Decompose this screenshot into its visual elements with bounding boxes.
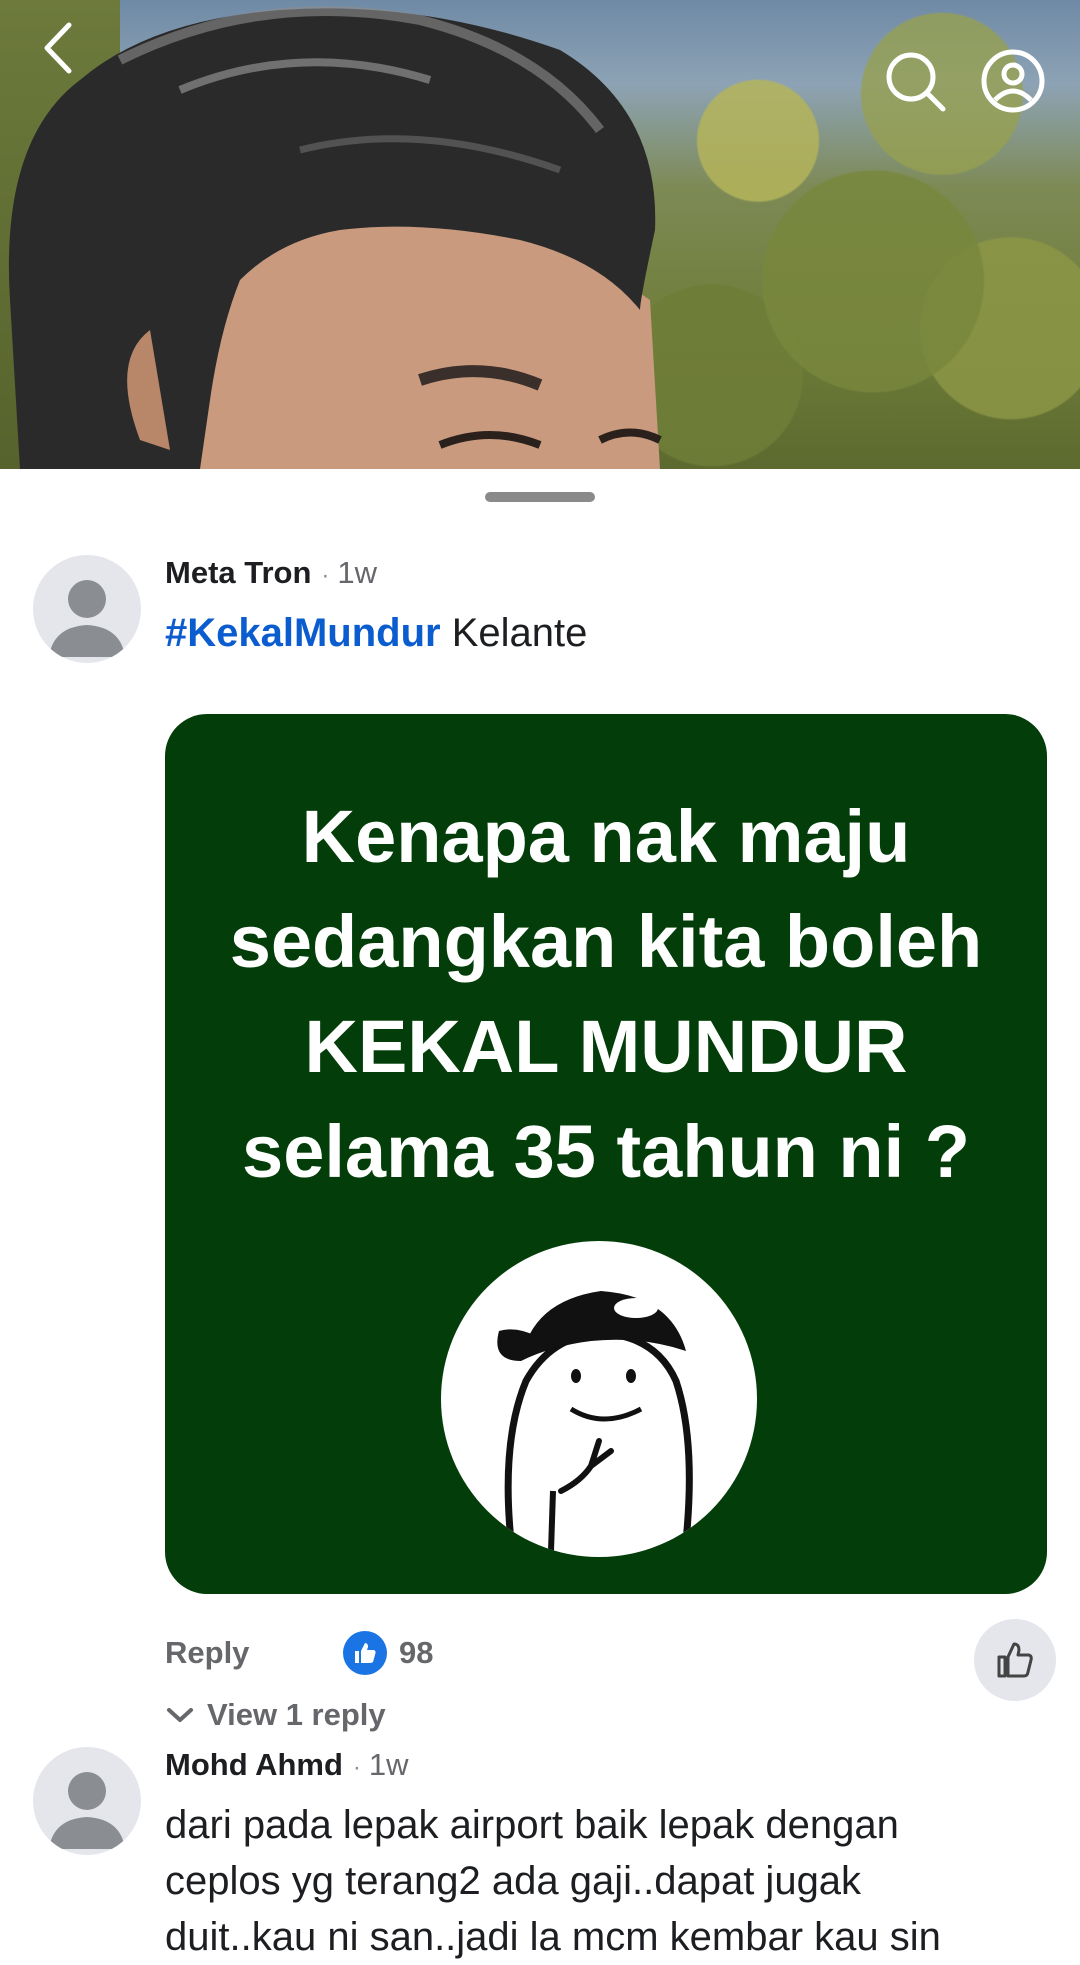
- thumbs-up-outline-icon: [997, 1642, 1033, 1678]
- comment-item: Mohd Ahmd · 1w dari pada lepak airport b…: [0, 1747, 1080, 1963]
- search-icon: [886, 52, 946, 112]
- sheet-drag-handle[interactable]: [485, 492, 595, 502]
- reaction-summary[interactable]: 98: [343, 1631, 433, 1675]
- comment-image[interactable]: Kenapa nak maju sedangkan kita boleh KEK…: [165, 714, 1047, 1594]
- image-line: KEKAL MUNDUR: [304, 1005, 908, 1088]
- character-badge: [441, 1241, 757, 1557]
- default-avatar-icon: [49, 1772, 125, 1849]
- default-avatar-icon: [49, 580, 125, 657]
- account-circle-icon: [981, 49, 1045, 113]
- video-preview[interactable]: [0, 0, 1080, 469]
- meta-separator: ·: [321, 562, 330, 589]
- image-line: Kenapa nak maju: [301, 795, 911, 878]
- comment-line: ceplos yg terang2 ada gaji..dapat jugak: [165, 1859, 862, 1903]
- person-face-image: [8, 6, 662, 469]
- comment-time[interactable]: 1w: [369, 1747, 409, 1783]
- comment-item: Meta Tron · 1w #KekalMundur Kelante Kena…: [0, 517, 1080, 1747]
- chevron-down-icon: [167, 1708, 193, 1722]
- search-button[interactable]: [880, 46, 950, 116]
- reply-button[interactable]: Reply: [165, 1635, 249, 1671]
- avatar[interactable]: [33, 1747, 141, 1855]
- thumbs-up-icon: [343, 1631, 387, 1675]
- image-line: sedangkan kita boleh: [229, 900, 983, 983]
- view-replies-link[interactable]: View 1 reply: [165, 1697, 386, 1733]
- image-line: selama 35 tahun ni ?: [242, 1110, 970, 1193]
- like-button[interactable]: [974, 1619, 1056, 1701]
- hashtag-link[interactable]: #KekalMundur: [165, 611, 441, 655]
- comment-time[interactable]: 1w: [337, 555, 377, 591]
- comment-text: dari pada lepak airport baik lepak denga…: [165, 1797, 941, 1965]
- comment-text: #KekalMundur Kelante: [165, 605, 587, 661]
- back-button[interactable]: [28, 18, 88, 78]
- comment-line: dari pada lepak airport baik lepak denga…: [165, 1803, 899, 1847]
- meta-separator: ·: [352, 1754, 361, 1781]
- comment-meta: Mohd Ahmd · 1w: [165, 1747, 409, 1783]
- comment-body: Kelante: [451, 611, 588, 655]
- comment-meta: Meta Tron · 1w: [165, 555, 377, 591]
- comment-author[interactable]: Meta Tron: [165, 555, 311, 591]
- comment-actions: Reply 98: [165, 1619, 1056, 1701]
- image-caption: Kenapa nak maju sedangkan kita boleh KEK…: [165, 784, 1047, 1204]
- comment-author[interactable]: Mohd Ahmd: [165, 1747, 343, 1783]
- avatar[interactable]: [33, 555, 141, 663]
- cap-character-icon: [497, 1291, 693, 1552]
- account-button[interactable]: [978, 46, 1048, 116]
- view-replies-label: View 1 reply: [207, 1697, 386, 1732]
- like-count: 98: [399, 1635, 434, 1670]
- chevron-left-icon: [44, 22, 72, 74]
- comments-sheet: Meta Tron · 1w #KekalMundur Kelante Kena…: [0, 469, 1080, 1963]
- comment-line: duit..kau ni san..jadi la mcm kembar kau…: [165, 1915, 941, 1959]
